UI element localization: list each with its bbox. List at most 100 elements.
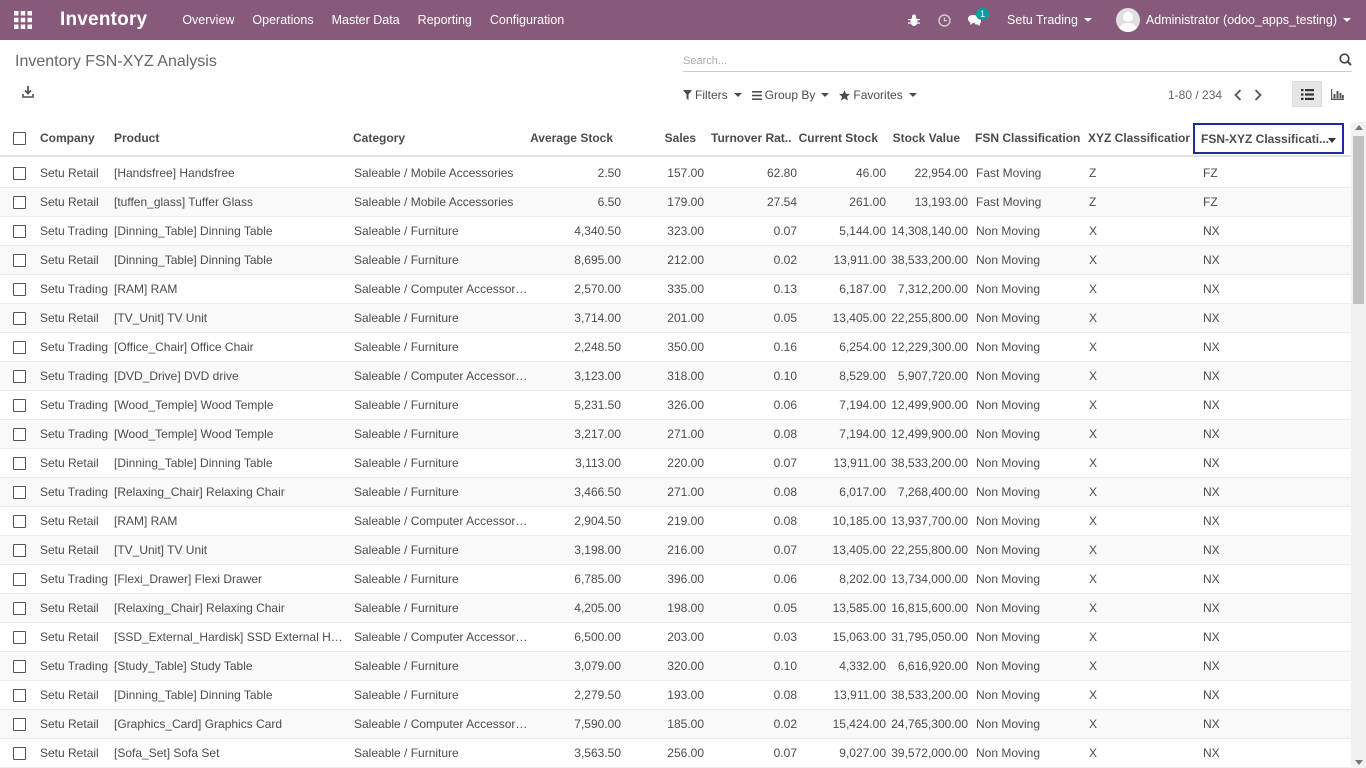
pager-value[interactable]: 1-80 / 234 bbox=[1168, 88, 1222, 102]
table-row[interactable]: Setu Trading [Wood_Temple] Wood Temple Sal… bbox=[0, 391, 1351, 420]
table-row[interactable]: Setu Retail [RAM] RAM Saleable / Computer … bbox=[0, 507, 1351, 536]
column-average-stock[interactable]: Average Stock bbox=[527, 122, 613, 155]
cell-average-stock: 8,695.00 bbox=[574, 253, 621, 267]
cell-current-stock: 261.00 bbox=[849, 195, 886, 209]
menu-reporting[interactable]: Reporting bbox=[409, 0, 481, 40]
table-row[interactable]: Setu Retail [Relaxing_Chair] Relaxing Cha… bbox=[0, 594, 1351, 623]
scroll-down-icon[interactable] bbox=[1355, 760, 1363, 765]
row-checkbox[interactable] bbox=[13, 718, 26, 731]
cell-product: [Dinning_Table] Dinning Table bbox=[114, 224, 273, 238]
table-row[interactable]: Setu Trading [RAM] RAM Saleable / Computer… bbox=[0, 275, 1351, 304]
column-product[interactable]: Product bbox=[114, 122, 344, 155]
table-row[interactable]: Setu Trading [Dinning_Table] Dinning Tabl… bbox=[0, 217, 1351, 246]
list-view-button[interactable] bbox=[1292, 81, 1322, 107]
row-checkbox[interactable] bbox=[13, 196, 26, 209]
cell-category: Saleable / Furniture bbox=[354, 746, 459, 760]
menu-configuration[interactable]: Configuration bbox=[481, 0, 573, 40]
clock-icon[interactable] bbox=[929, 0, 959, 40]
table-row[interactable]: Setu Trading [Wood_Temple] Wood Temple Sal… bbox=[0, 420, 1351, 449]
select-all-checkbox[interactable] bbox=[13, 132, 26, 145]
row-checkbox[interactable] bbox=[13, 689, 26, 702]
table-row[interactable]: Setu Retail [TV_Unit] TV Unit Saleable / F… bbox=[0, 536, 1351, 565]
cell-sales: 212.00 bbox=[667, 253, 704, 267]
cell-fsn-xyz-classification: NX bbox=[1203, 456, 1220, 470]
row-checkbox[interactable] bbox=[13, 428, 26, 441]
row-checkbox[interactable] bbox=[13, 283, 26, 296]
cell-stock-value: 12,499,900.00 bbox=[891, 427, 968, 441]
table-row[interactable]: Setu Trading [Office_Chair] Office Chair S… bbox=[0, 333, 1351, 362]
cell-company: Setu Retail bbox=[40, 456, 99, 470]
cell-stock-value: 7,312,200.00 bbox=[897, 282, 968, 296]
row-checkbox[interactable] bbox=[13, 660, 26, 673]
download-icon[interactable] bbox=[22, 86, 34, 101]
cell-fsn-xyz-classification: NX bbox=[1203, 311, 1220, 325]
control-panel: Inventory FSN-XYZ Analysis Filters Group… bbox=[0, 40, 1366, 122]
row-checkbox[interactable] bbox=[13, 457, 26, 470]
group-by-button[interactable]: Group By bbox=[751, 88, 830, 102]
menu-master-data[interactable]: Master Data bbox=[323, 0, 409, 40]
company-switcher[interactable]: Setu Trading bbox=[1007, 13, 1092, 27]
row-checkbox[interactable] bbox=[13, 486, 26, 499]
row-checkbox[interactable] bbox=[13, 631, 26, 644]
menu-overview[interactable]: Overview bbox=[173, 0, 243, 40]
row-checkbox[interactable] bbox=[13, 312, 26, 325]
row-checkbox[interactable] bbox=[13, 573, 26, 586]
column-sales[interactable]: Sales bbox=[630, 122, 696, 155]
cell-current-stock: 7,194.00 bbox=[839, 398, 886, 412]
row-checkbox[interactable] bbox=[13, 167, 26, 180]
scrollbar-thumb[interactable] bbox=[1353, 136, 1364, 304]
table-row[interactable]: Setu Retail [SSD_External_Hardisk] SSD Ex… bbox=[0, 623, 1351, 652]
column-category[interactable]: Category bbox=[353, 122, 523, 155]
vertical-scrollbar[interactable] bbox=[1351, 122, 1366, 768]
chevron-right-icon[interactable] bbox=[1254, 89, 1262, 101]
table-row[interactable]: Setu Retail [Dinning_Table] Dinning Table… bbox=[0, 681, 1351, 710]
table-row[interactable]: Setu Trading [DVD_Drive] DVD drive Saleabl… bbox=[0, 362, 1351, 391]
user-menu[interactable]: Administrator (odoo_apps_testing) bbox=[1115, 8, 1351, 32]
row-checkbox[interactable] bbox=[13, 341, 26, 354]
app-title[interactable]: Inventory bbox=[60, 9, 147, 31]
graph-view-button[interactable] bbox=[1322, 81, 1352, 107]
row-checkbox[interactable] bbox=[13, 602, 26, 615]
apps-menu-icon[interactable] bbox=[0, 0, 46, 40]
chevron-left-icon[interactable] bbox=[1234, 89, 1242, 101]
cell-average-stock: 6.50 bbox=[597, 195, 621, 209]
row-checkbox[interactable] bbox=[13, 370, 26, 383]
search-input[interactable] bbox=[683, 52, 1323, 70]
column-company[interactable]: Company bbox=[40, 122, 110, 155]
column-xyz-classification[interactable]: XYZ Classification bbox=[1088, 122, 1190, 155]
table-row[interactable]: Setu Retail [tuffen_glass] Tuffer Glass Sa… bbox=[0, 188, 1351, 217]
table-row[interactable]: Setu Retail [Handsfree] Handsfree Saleable… bbox=[0, 159, 1351, 188]
row-checkbox[interactable] bbox=[13, 254, 26, 267]
table-row[interactable]: Setu Trading [Study_Table] Study Table Sal… bbox=[0, 652, 1351, 681]
cell-xyz-classification: X bbox=[1089, 601, 1098, 615]
table-row[interactable]: Setu Retail [TV_Unit] TV Unit Saleable / F… bbox=[0, 304, 1351, 333]
column-fsn-classification[interactable]: FSN Classification bbox=[975, 122, 1080, 155]
row-checkbox[interactable] bbox=[13, 747, 26, 760]
table-row[interactable]: Setu Retail [Sofa_Set] Sofa Set Saleable /… bbox=[0, 739, 1351, 768]
row-checkbox[interactable] bbox=[13, 544, 26, 557]
cell-current-stock: 13,911.00 bbox=[833, 456, 887, 470]
menu-operations[interactable]: Operations bbox=[243, 0, 322, 40]
column-current-stock[interactable]: Current Stock bbox=[798, 122, 878, 155]
search-icon[interactable] bbox=[1339, 53, 1352, 69]
column-fsn-xyz-classification[interactable]: FSN-XYZ Classificati... bbox=[1193, 123, 1344, 154]
filters-button[interactable]: Filters bbox=[683, 88, 742, 102]
cell-xyz-classification: Z bbox=[1089, 195, 1097, 209]
favorites-button[interactable]: Favorites bbox=[839, 88, 917, 102]
column-turnover-ratio[interactable]: Turnover Rat... bbox=[711, 122, 791, 155]
cell-category: Saleable / Furniture bbox=[354, 398, 459, 412]
bug-icon[interactable] bbox=[899, 0, 929, 40]
column-stock-value[interactable]: Stock Value bbox=[884, 122, 960, 155]
chat-icon[interactable]: 1 bbox=[959, 0, 990, 40]
table-row[interactable]: Setu Retail [Dinning_Table] Dinning Table… bbox=[0, 449, 1351, 478]
row-checkbox[interactable] bbox=[13, 515, 26, 528]
table-row[interactable]: Setu Retail [Graphics_Card] Graphics Card… bbox=[0, 710, 1351, 739]
row-checkbox[interactable] bbox=[13, 399, 26, 412]
scroll-up-icon[interactable] bbox=[1355, 125, 1363, 130]
table-row[interactable]: Setu Trading [Relaxing_Chair] Relaxing Ch… bbox=[0, 478, 1351, 507]
table-row[interactable]: Setu Trading [Flexi_Drawer] Flexi Drawer S… bbox=[0, 565, 1351, 594]
filter-icon bbox=[683, 90, 692, 100]
cell-fsn-xyz-classification: NX bbox=[1203, 253, 1220, 267]
table-row[interactable]: Setu Retail [Dinning_Table] Dinning Table… bbox=[0, 246, 1351, 275]
row-checkbox[interactable] bbox=[13, 225, 26, 238]
